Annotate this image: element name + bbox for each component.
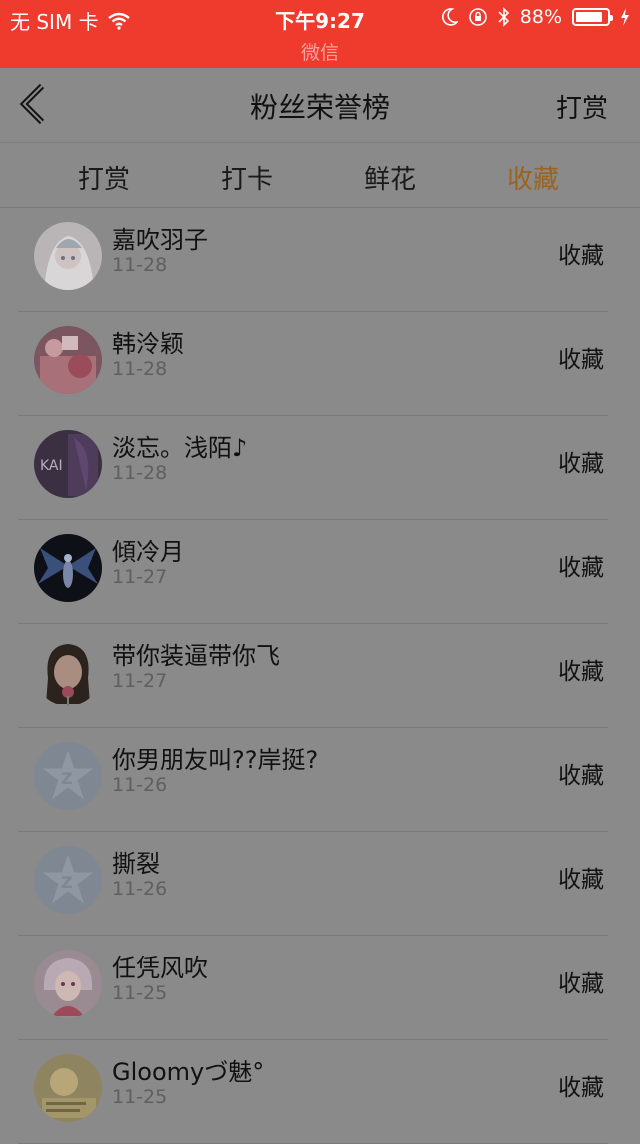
item-date: 11-28 — [112, 254, 168, 276]
avatar[interactable]: Z — [34, 846, 102, 914]
item-date: 11-27 — [112, 566, 168, 588]
list-item[interactable]: Gloomyづ魅° 11-25 收藏 — [0, 1040, 640, 1144]
page-title: 粉丝荣誉榜 — [249, 91, 390, 124]
reward-button[interactable]: 打赏 — [556, 88, 608, 125]
user-name: 傾冷月 — [112, 538, 184, 566]
status-subtitle[interactable]: 微信 — [0, 38, 640, 65]
action-label: 收藏 — [558, 763, 604, 789]
action-label: 收藏 — [558, 659, 604, 685]
list-item[interactable]: 嘉吹羽子 11-28 收藏 — [0, 208, 640, 312]
moon-icon — [441, 8, 458, 26]
user-name: 淡忘。浅陌♪ — [112, 434, 248, 462]
item-date: 11-25 — [112, 1086, 168, 1108]
tab-favorites[interactable]: 收藏 — [473, 159, 593, 196]
list-item[interactable]: Z 你男朋友叫??岸挺? 11-26 收藏 — [0, 728, 640, 832]
tab-flowers[interactable]: 鲜花 — [330, 159, 450, 196]
action-label: 收藏 — [558, 347, 604, 373]
avatar[interactable] — [34, 326, 102, 394]
item-date: 11-28 — [112, 358, 168, 380]
tab-reward[interactable]: 打赏 — [44, 159, 164, 196]
user-name: 嘉吹羽子 — [112, 226, 208, 254]
user-name: 你男朋友叫??岸挺? — [112, 746, 319, 774]
action-label: 收藏 — [558, 971, 604, 997]
item-date: 11-27 — [112, 670, 168, 692]
battery-percent: 88% — [519, 6, 562, 28]
list-item[interactable]: Z 撕裂 11-26 收藏 — [0, 832, 640, 936]
nav-bar: 粉丝荣誉榜 打赏 — [0, 68, 640, 143]
list-item[interactable]: 傾冷月 11-27 收藏 — [0, 520, 640, 624]
avatar[interactable] — [34, 950, 102, 1018]
svg-text:Z: Z — [61, 873, 73, 892]
orientation-lock-icon — [468, 8, 487, 26]
item-date: 11-28 — [112, 462, 168, 484]
user-name: 韩泠颖 — [112, 330, 184, 358]
svg-text:Z: Z — [61, 769, 73, 788]
action-label: 收藏 — [558, 1075, 604, 1101]
action-label: 收藏 — [558, 867, 604, 893]
item-date: 11-26 — [112, 878, 168, 900]
action-label: 收藏 — [558, 555, 604, 581]
item-date: 11-25 — [112, 982, 168, 1004]
avatar[interactable]: Z — [34, 742, 102, 810]
item-date: 11-26 — [112, 774, 168, 796]
battery-cap — [610, 15, 613, 21]
avatar[interactable] — [34, 638, 102, 706]
user-name: Gloomyづ魅° — [112, 1058, 265, 1086]
user-name: 带你装逼带你飞 — [112, 642, 280, 670]
tab-checkin[interactable]: 打卡 — [187, 159, 307, 196]
action-label: 收藏 — [558, 243, 604, 269]
list-item[interactable]: 韩泠颖 11-28 收藏 — [0, 312, 640, 416]
avatar[interactable]: KAI — [34, 430, 102, 498]
list-item[interactable]: KAI 淡忘。浅陌♪ 11-28 收藏 — [0, 416, 640, 520]
status-bar: 无 SIM 卡 下午9:27 微信 88% — [0, 0, 640, 68]
user-name: 任凭风吹 — [112, 954, 208, 982]
battery-icon — [572, 8, 613, 26]
action-label: 收藏 — [558, 451, 604, 477]
avatar[interactable] — [34, 534, 102, 602]
list-item[interactable]: 带你装逼带你飞 11-27 收藏 — [0, 624, 640, 728]
charging-icon — [621, 8, 629, 26]
user-name: 撕裂 — [112, 850, 160, 878]
list-item[interactable]: 任凭风吹 11-25 收藏 — [0, 936, 640, 1040]
svg-text:KAI: KAI — [40, 458, 63, 474]
avatar[interactable] — [34, 1054, 102, 1122]
bluetooth-icon — [498, 7, 509, 27]
status-right: 88% — [441, 6, 630, 28]
tab-bar: 打赏 打卡 鲜花 收藏 — [0, 143, 640, 208]
battery-level — [576, 12, 602, 22]
fan-list: 嘉吹羽子 11-28 收藏 韩泠颖 11-28 收藏 KAI 淡忘。浅陌♪ 11… — [0, 208, 640, 1144]
avatar[interactable] — [34, 222, 102, 290]
